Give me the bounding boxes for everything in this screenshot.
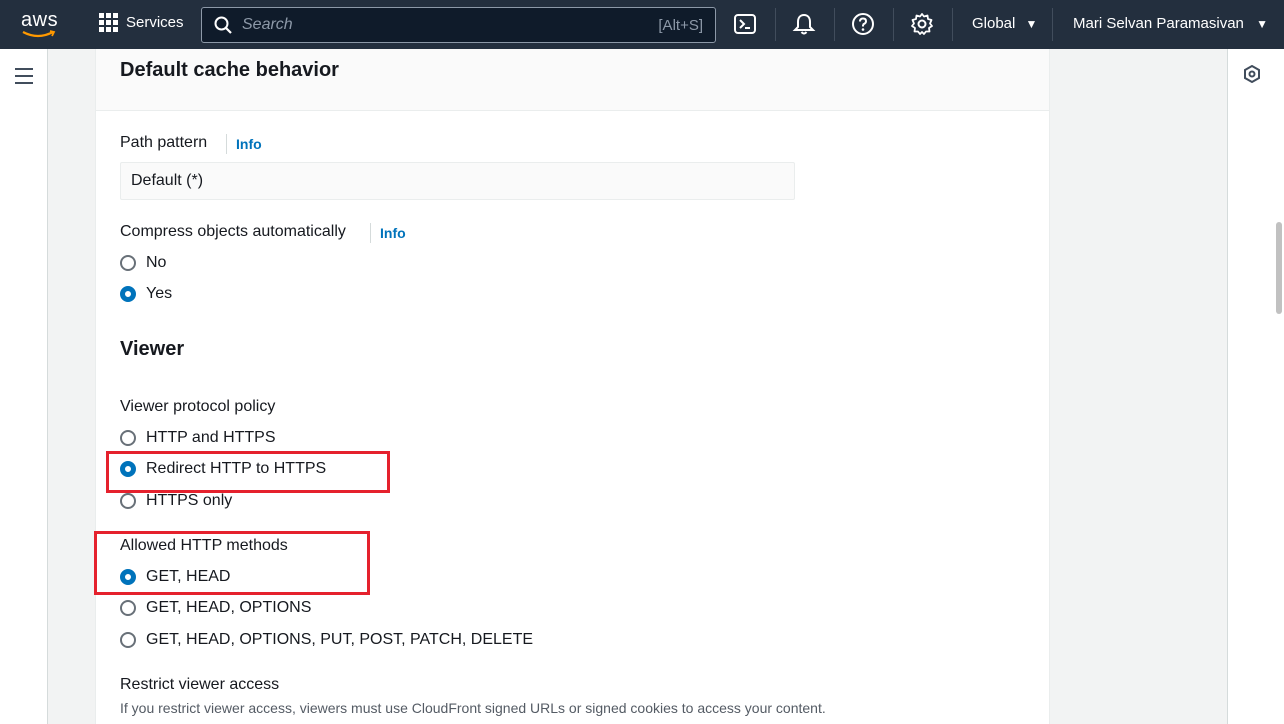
panel-header: Default cache behavior [96,49,1049,111]
region-selector[interactable]: Global ▼ [972,15,1037,32]
hexagon-feedback-icon[interactable] [1243,65,1261,83]
panel-title: Default cache behavior [120,59,339,81]
radio-icon [120,632,136,648]
nav-divider [893,8,894,41]
page-scrollbar[interactable] [1276,222,1282,314]
radio-label: HTTPS only [146,492,233,509]
path-pattern-info-link[interactable]: Info [236,136,262,152]
nav-divider [952,8,953,41]
radio-label: GET, HEAD, OPTIONS [146,599,312,616]
services-menu-button[interactable]: Services [99,13,184,32]
methods-get-head-options-radio[interactable]: GET, HEAD, OPTIONS [120,599,311,617]
cloudshell-icon[interactable] [733,12,757,36]
compress-info-link[interactable]: Info [380,225,406,241]
search-shortcut: [Alt+S] [658,16,703,34]
aws-logo[interactable]: aws [21,10,61,38]
radio-icon [120,600,136,616]
aws-smile-icon [22,30,56,38]
radio-label: No [146,254,167,271]
region-label: Global [972,15,1016,32]
radio-icon [120,430,136,446]
protocol-https-only-radio[interactable]: HTTPS only [120,492,232,510]
default-cache-behavior-panel: Default cache behavior Path pattern Info… [95,49,1050,724]
top-navigation: aws Services Search [Alt+S] Global ▼ Mar… [0,0,1284,49]
right-utility-rail [1227,49,1284,724]
search-icon [214,16,232,34]
nav-divider [834,8,835,41]
search-input[interactable]: Search [Alt+S] [201,7,716,43]
caret-down-icon: ▼ [1025,17,1038,31]
gear-icon[interactable] [910,12,934,36]
radio-icon [120,255,136,271]
nav-divider [775,8,776,41]
restrict-access-description: If you restrict viewer access, viewers m… [120,700,826,716]
viewer-protocol-label: Viewer protocol policy [120,398,276,415]
compress-yes-radio[interactable]: Yes [120,285,172,303]
methods-all-radio[interactable]: GET, HEAD, OPTIONS, PUT, POST, PATCH, DE… [120,631,533,649]
services-label: Services [126,14,184,31]
restrict-access-label: Restrict viewer access [120,676,280,693]
radio-label: HTTP and HTTPS [146,429,276,446]
viewer-section-title: Viewer [120,338,185,360]
highlight-box [106,451,390,493]
hamburger-menu-icon[interactable] [15,68,33,89]
protocol-http-https-radio[interactable]: HTTP and HTTPS [120,429,276,447]
radio-selected-icon [120,286,136,302]
highlight-box [94,531,370,595]
compress-no-radio[interactable]: No [120,254,166,272]
radio-label: Yes [146,285,173,302]
help-icon[interactable] [851,12,875,36]
info-divider [370,223,371,243]
search-placeholder: Search [242,16,293,33]
nav-divider [1052,8,1053,41]
side-navigation-rail [0,49,48,724]
bell-icon[interactable] [792,12,816,36]
grid-icon [99,13,118,32]
path-pattern-field[interactable]: Default (*) [120,162,795,200]
account-menu[interactable]: Mari Selvan Paramasivan ▼ [1073,15,1268,32]
info-divider [226,134,227,154]
caret-down-icon: ▼ [1256,17,1268,31]
radio-label: GET, HEAD, OPTIONS, PUT, POST, PATCH, DE… [146,631,534,648]
user-name: Mari Selvan Paramasivan [1073,15,1244,32]
aws-logo-text: aws [21,9,59,31]
path-pattern-label: Path pattern [120,134,208,151]
compress-label: Compress objects automatically [120,223,346,240]
radio-icon [120,493,136,509]
